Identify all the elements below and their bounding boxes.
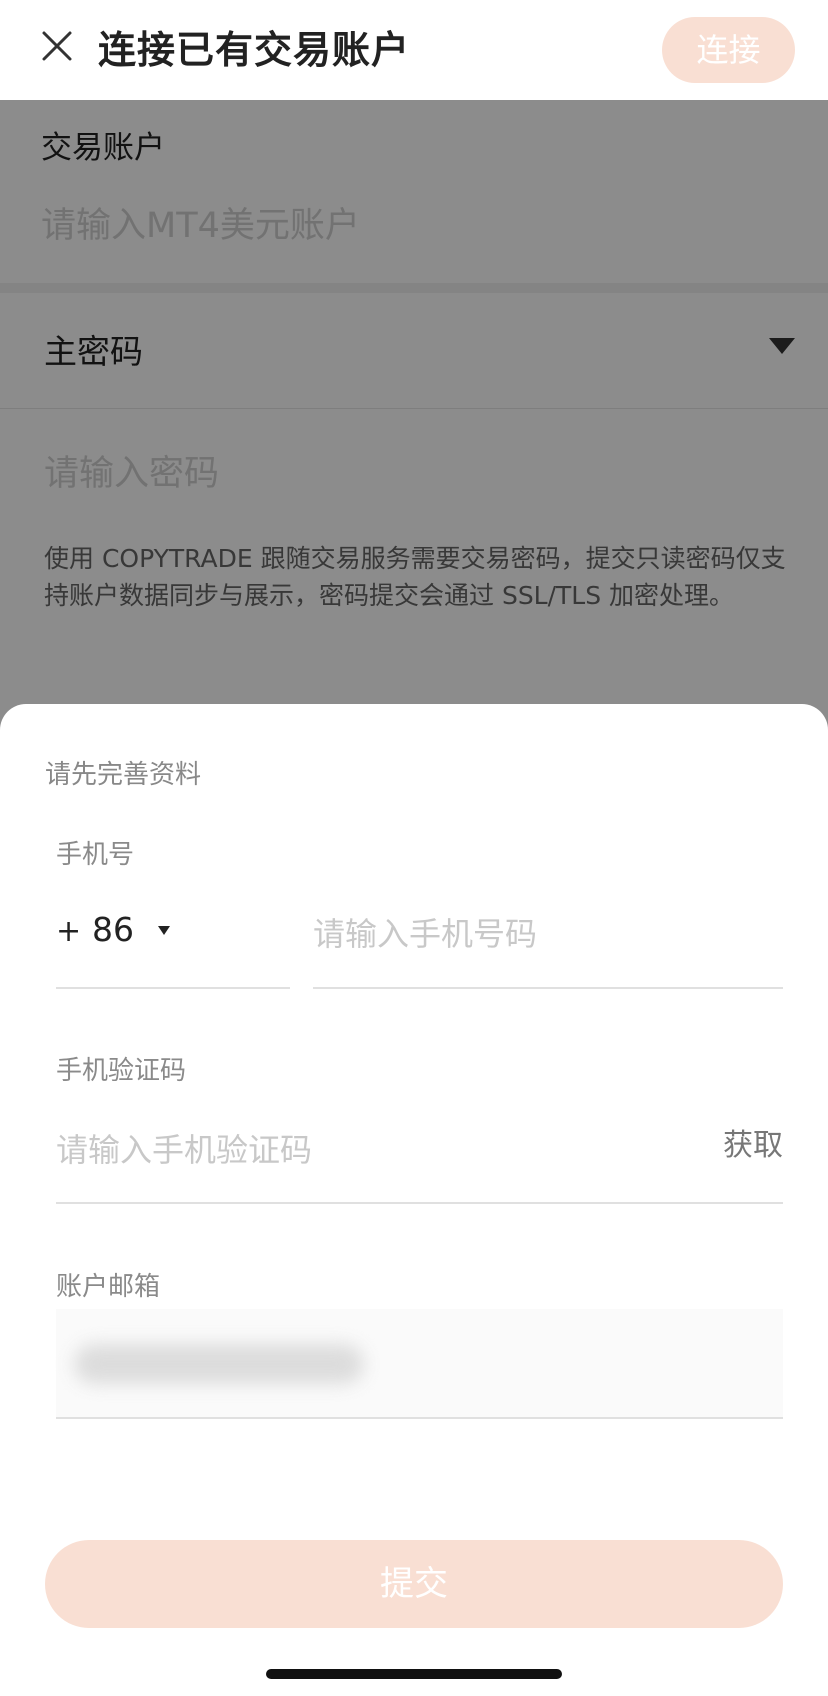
email-value-redacted (74, 1344, 364, 1384)
email-label: 账户邮箱 (56, 1272, 161, 1302)
complete-profile-sheet: 请先完善资料 手机号 + 86 请输入手机号码 手机验证码 请输入手机验证码 获… (0, 704, 828, 1696)
country-code-plus: + (56, 914, 82, 949)
page-title: 连接已有交易账户 (98, 28, 411, 72)
phone-input[interactable]: 请输入手机号码 (313, 904, 783, 989)
get-code-button[interactable]: 获取 (723, 1124, 783, 1168)
caret-down-icon (158, 926, 170, 935)
home-indicator (266, 1669, 562, 1679)
connect-button[interactable]: 连接 (662, 17, 795, 83)
submit-button[interactable]: 提交 (45, 1540, 783, 1628)
screen: 连接已有交易账户 连接 交易账户 请输入MT4美元账户 主密码 请输入密码 使用… (0, 0, 828, 1696)
sheet-title: 请先完善资料 (45, 760, 202, 790)
email-field[interactable] (56, 1309, 783, 1419)
phone-label: 手机号 (56, 840, 135, 870)
phone-placeholder: 请输入手机号码 (313, 915, 538, 953)
header-bar: 连接已有交易账户 连接 (0, 0, 828, 100)
country-code-select[interactable]: + 86 (56, 904, 290, 989)
close-icon[interactable] (40, 29, 74, 63)
verification-code-placeholder: 请输入手机验证码 (56, 1131, 313, 1169)
verification-code-input[interactable]: 请输入手机验证码 获取 (56, 1116, 783, 1204)
country-code-value: 86 (92, 910, 134, 949)
verification-code-label: 手机验证码 (56, 1056, 187, 1086)
